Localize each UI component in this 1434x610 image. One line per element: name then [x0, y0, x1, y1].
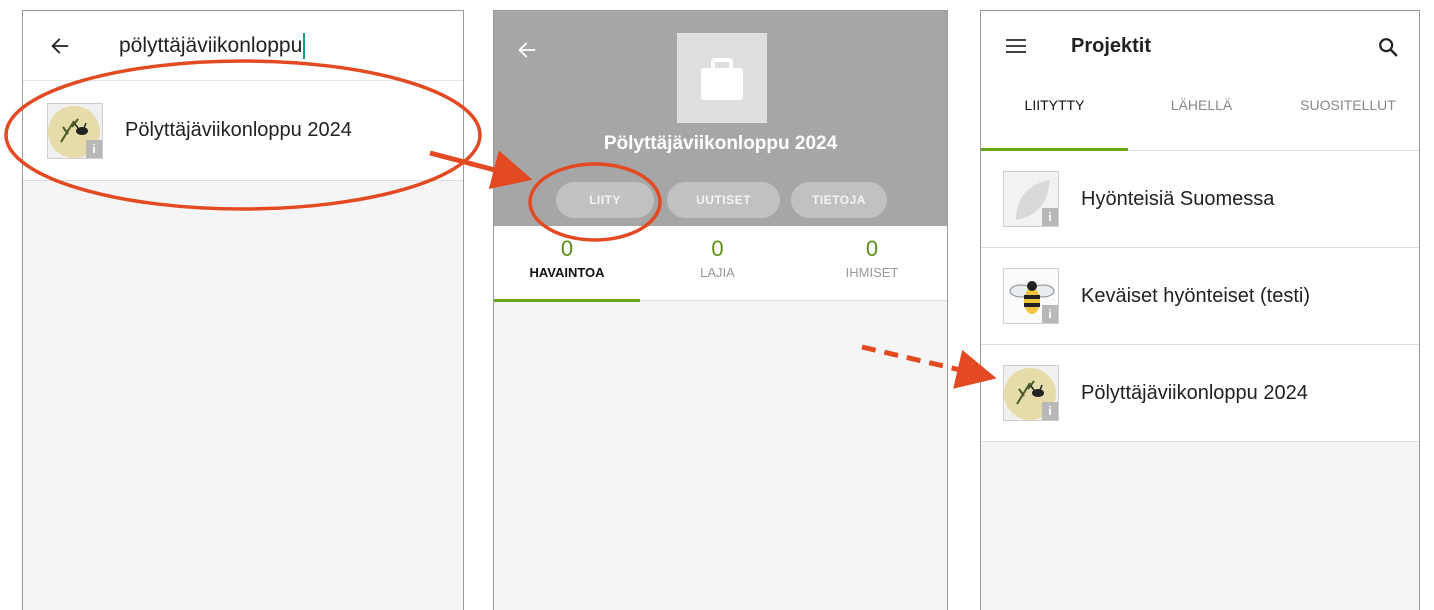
projects-screen: Projektit LIITYTTY LÄHELLÄ SUOSITELLUT i… [980, 10, 1420, 610]
page-title: Projektit [1071, 35, 1152, 57]
tab-observations[interactable]: 0 HAVAINTOA [494, 226, 640, 302]
search-bar: pölyttäjäviikonloppu [23, 11, 463, 81]
search-input[interactable]: pölyttäjäviikonloppu [119, 32, 306, 59]
tab-recommended[interactable]: SUOSITELLUT [1275, 97, 1419, 113]
project-header: Pölyttäjäviikonloppu 2024 LIITY UUTISET … [494, 11, 947, 226]
tab-nearby[interactable]: LÄHELLÄ [1128, 97, 1275, 113]
join-button[interactable]: LIITY [556, 182, 654, 218]
leaf-placeholder-thumbnail: i [1003, 171, 1059, 227]
species-label: LAJIA [700, 265, 735, 280]
tab-joined[interactable]: LIITYTTY [981, 97, 1128, 113]
tab-people[interactable]: 0 IHMISET [795, 226, 947, 301]
back-arrow-icon[interactable] [49, 35, 71, 57]
info-badge-icon: i [86, 139, 102, 158]
search-query: pölyttäjäviikonloppu [119, 33, 303, 57]
project-list-item[interactable]: i Keväiset hyönteiset (testi) [981, 248, 1419, 345]
project-list-item[interactable]: i Pölyttäjäviikonloppu 2024 [981, 345, 1419, 442]
project-title: Pölyttäjäviikonloppu 2024 [603, 133, 838, 154]
pollinator-project-thumbnail: i [1003, 365, 1059, 421]
pollinator-project-thumbnail: i [47, 102, 103, 159]
observations-count: 0 [560, 236, 574, 261]
menu-icon[interactable] [1006, 39, 1026, 53]
info-badge-icon: i [1042, 208, 1058, 226]
project-label: Keväiset hyönteiset (testi) [1081, 284, 1310, 307]
project-label: Pölyttäjäviikonloppu 2024 [1081, 381, 1308, 404]
project-image-placeholder [677, 33, 767, 123]
people-label: IHMISET [845, 265, 899, 280]
result-label: Pölyttäjäviikonloppu 2024 [125, 119, 352, 141]
bee-test-thumbnail: i [1003, 268, 1059, 324]
info-badge-icon: i [1042, 402, 1058, 420]
species-count: 0 [711, 236, 724, 261]
search-screen: pölyttäjäviikonloppu i Pölyttäjäviikonlo… [22, 10, 464, 610]
back-arrow-icon[interactable] [516, 39, 538, 61]
active-tab-indicator [494, 299, 640, 302]
text-cursor [303, 32, 306, 59]
active-tab-indicator [981, 148, 1128, 151]
search-icon[interactable] [1377, 36, 1399, 58]
app-bar: Projektit LIITYTTY LÄHELLÄ SUOSITELLUT [981, 11, 1419, 151]
observations-label: HAVAINTOA [529, 265, 605, 280]
people-count: 0 [865, 236, 879, 261]
stats-tabs: 0 HAVAINTOA 0 LAJIA 0 IHMISET [494, 226, 947, 302]
project-detail-screen: Pölyttäjäviikonloppu 2024 LIITY UUTISET … [493, 10, 948, 610]
project-label: Hyönteisiä Suomessa [1081, 187, 1275, 210]
info-badge-icon: i [1042, 305, 1058, 323]
info-button[interactable]: TIETOJA [791, 182, 887, 218]
search-result-row[interactable]: i Pölyttäjäviikonloppu 2024 [23, 81, 463, 181]
briefcase-icon [701, 58, 743, 100]
tutorial-composite: pölyttäjäviikonloppu i Pölyttäjäviikonlo… [0, 0, 1434, 610]
news-button[interactable]: UUTISET [667, 182, 780, 218]
tab-species[interactable]: 0 LAJIA [640, 226, 795, 301]
project-list-item[interactable]: i Hyönteisiä Suomessa [981, 151, 1419, 248]
